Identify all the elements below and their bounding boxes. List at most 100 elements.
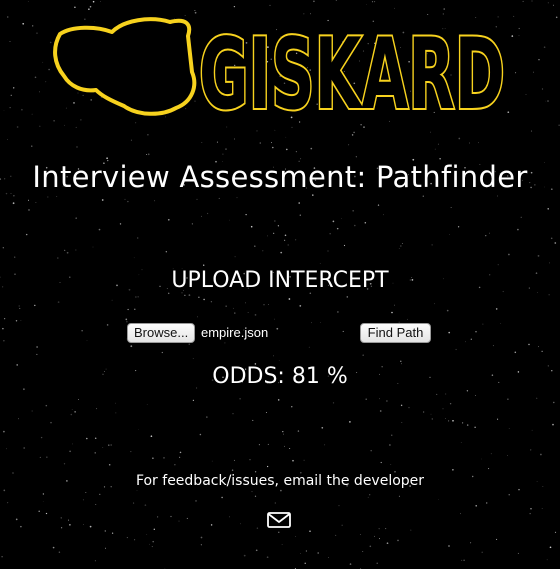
star [231,469,234,471]
giskard-logo: GISKARD [52,12,508,124]
star [448,545,450,547]
star [110,444,112,446]
star [431,244,433,246]
star [336,227,339,230]
star [475,331,477,333]
star [406,318,408,320]
star [545,100,547,102]
star [36,346,38,348]
star [225,148,227,150]
star [445,393,447,395]
star [188,343,191,346]
star [12,87,15,89]
star [136,490,138,492]
star [152,540,154,543]
star [134,539,136,541]
star [25,233,28,236]
star [88,8,90,10]
star [266,465,269,468]
star [10,94,12,96]
star [354,224,356,227]
star [82,524,84,525]
star [386,400,388,402]
star [481,458,482,460]
find-path-button[interactable]: Find Path [360,323,431,343]
star [497,264,499,266]
star [303,459,305,461]
star [474,426,476,428]
star [133,502,135,504]
star [34,304,36,307]
star [359,534,361,535]
star [146,534,148,535]
star [229,516,230,518]
star [377,204,380,206]
star [69,450,71,453]
star [229,219,231,221]
star [497,195,498,197]
star [367,496,369,498]
star [58,551,61,554]
star [308,346,310,348]
star [376,562,378,564]
star [167,218,170,221]
star [383,214,384,216]
star [348,144,350,146]
star [366,4,367,5]
star [258,444,260,446]
star [482,323,484,325]
star [394,7,395,9]
star [234,256,236,258]
star [2,327,4,330]
star [191,223,194,225]
star [232,307,234,309]
star [495,308,498,310]
star [507,398,509,400]
star [327,250,329,252]
star [124,198,126,200]
star [332,220,335,223]
star [448,331,451,334]
star [39,125,41,127]
star [304,562,306,564]
star [47,196,49,198]
star [430,413,432,415]
star [320,322,321,323]
star [249,459,251,461]
star [282,430,284,433]
star [274,220,276,222]
star [513,15,515,17]
star [133,257,135,259]
star [394,304,395,306]
star [474,394,476,396]
star [274,502,276,504]
star [89,5,92,8]
star [111,299,113,301]
star [278,531,280,533]
star [31,145,33,147]
star [541,507,543,509]
star [245,302,246,304]
star [163,457,165,459]
star [284,234,287,237]
star [398,495,400,497]
star [18,418,19,420]
star [508,253,510,256]
star [538,346,539,348]
star [94,560,96,562]
browse-button[interactable]: Browse... [127,323,195,343]
star [460,513,461,515]
star [95,504,97,505]
envelope-icon[interactable] [266,510,292,530]
star [400,245,402,247]
star [450,207,452,208]
star [199,433,202,436]
star [85,437,88,440]
star [552,4,554,6]
star [64,249,66,252]
star [352,210,354,212]
star [508,428,510,429]
star [554,242,557,244]
star [13,195,15,197]
star [529,513,531,515]
